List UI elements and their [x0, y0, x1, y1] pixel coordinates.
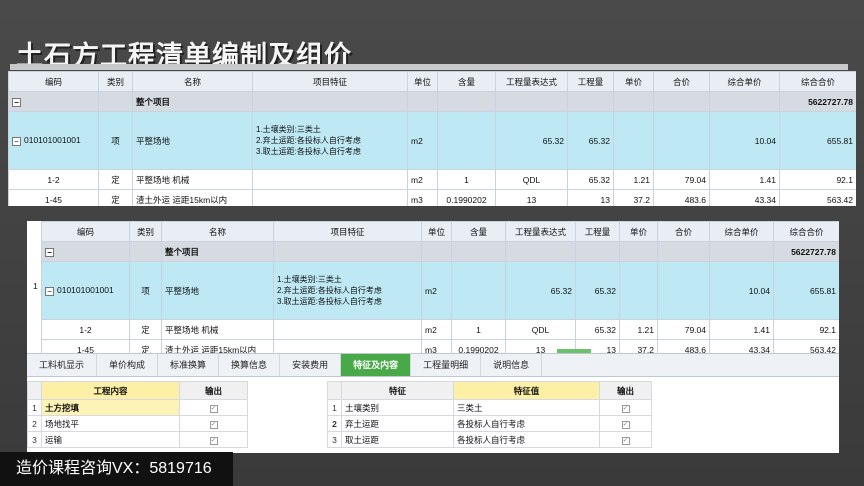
header-features[interactable]: 项目特征 [273, 221, 422, 242]
checkbox-icon[interactable]: ✓ [209, 437, 218, 445]
checkbox-icon[interactable]: ✓ [621, 405, 630, 413]
header-expr[interactable]: 工程量表达式 [495, 71, 568, 92]
list-item[interactable]: 1 土方挖填 ✓ [27, 399, 248, 416]
header-output[interactable]: 输出 [179, 381, 248, 400]
feature-table: 特征 特征值 输出 1 土壤类别 三类土 ✓ 2 弃土运距 各投标人自行考虑 ✓… [327, 381, 652, 448]
title-underline [10, 64, 848, 70]
header-total[interactable]: 综合合价 [773, 221, 839, 242]
header-name[interactable]: 名称 [161, 221, 274, 242]
item-name: 平整场地 [132, 111, 253, 170]
bill-table-bottom: 编码 类别 名称 项目特征 单位 含量 工程量表达式 工程量 单价 合价 综合单… [41, 221, 839, 360]
header-code[interactable]: 编码 [41, 221, 130, 242]
item-features: 1.土壤类别:三类土 2.弃土运距:各投标人自行考虑 3.取土运距:各投标人自行… [273, 261, 422, 320]
header-sum[interactable]: 合价 [657, 221, 710, 242]
header-work-content[interactable]: 工程内容 [41, 381, 180, 400]
header-name[interactable]: 名称 [132, 71, 253, 92]
bill-table-top: 编码 类别 名称 项目特征 单位 含量 工程量表达式 工程量 单价 合价 综合单… [8, 71, 856, 206]
checkbox-icon[interactable]: ✓ [621, 421, 630, 429]
header-unit-total[interactable]: 综合单价 [709, 221, 774, 242]
item-unit: m2 [407, 111, 438, 170]
bottom-grid-panel: 编码 类别 名称 项目特征 单位 含量 工程量表达式 工程量 单价 合价 综合单… [27, 221, 839, 453]
header-feature-value[interactable]: 特征值 [453, 381, 600, 400]
list-item[interactable]: 3 取土运距 各投标人自行考虑 ✓ [327, 431, 652, 448]
header-price[interactable]: 单价 [613, 71, 654, 92]
tab-install-fee[interactable]: 安装费用 [280, 354, 342, 376]
group-row[interactable]: − 整个项目 5622727.78 [41, 241, 839, 262]
header-feature[interactable]: 特征 [341, 381, 454, 400]
row-number: 1 [33, 281, 38, 291]
top-grid-panel: 编码 类别 名称 项目特征 单位 含量 工程量表达式 工程量 单价 合价 综合单… [8, 71, 856, 206]
group-total: 5622727.78 [779, 91, 856, 112]
header-total[interactable]: 综合合价 [779, 71, 856, 92]
list-item[interactable]: 3 运输 ✓ [27, 431, 248, 448]
checkbox-icon[interactable]: ✓ [621, 437, 630, 445]
header-type[interactable]: 类别 [129, 221, 162, 242]
checkbox-icon[interactable]: ✓ [209, 421, 218, 429]
tab-qty-detail[interactable]: 工程量明细 [411, 354, 482, 376]
list-item[interactable]: 2 弃土运距 各投标人自行考虑 ✓ [327, 415, 652, 432]
table-row[interactable]: −010101001001 项 平整场地 1.土壤类别:三类土 2.弃土运距:各… [8, 111, 856, 170]
header-content[interactable]: 含量 [451, 221, 506, 242]
detail-tabs: 工料机显示 单价构成 标准换算 换算信息 安装费用 特征及内容 工程量明细 说明… [27, 353, 839, 377]
item-code: 010101001001 [24, 135, 81, 146]
header-unit[interactable]: 单位 [421, 221, 452, 242]
footer-banner: 造价课程咨询VX：5819716 [0, 452, 233, 486]
collapse-icon[interactable]: − [12, 97, 21, 107]
header-content[interactable]: 含量 [437, 71, 496, 92]
checkbox-icon[interactable]: ✓ [209, 405, 218, 413]
collapse-icon[interactable]: − [45, 286, 54, 296]
header-unit-total[interactable]: 综合单价 [709, 71, 780, 92]
table-row[interactable]: 1-45 定 渣土外运 运距15km以内 m3 0.1990202 13 13 … [8, 189, 856, 206]
item-expr: 65.32 [495, 111, 568, 170]
header-sum[interactable]: 合价 [653, 71, 710, 92]
tab-material[interactable]: 工料机显示 [27, 354, 98, 376]
tab-convert-info[interactable]: 换算信息 [219, 354, 281, 376]
item-type: 项 [98, 111, 133, 170]
header-type[interactable]: 类别 [98, 71, 133, 92]
list-item[interactable]: 1 土壤类别 三类土 ✓ [327, 399, 652, 416]
header-qty[interactable]: 工程量 [567, 71, 614, 92]
tab-features[interactable]: 特征及内容 [341, 354, 412, 376]
group-name: 整个项目 [132, 91, 253, 112]
list-item[interactable]: 2 场地找平 ✓ [27, 415, 248, 432]
tab-unit-price[interactable]: 单价构成 [97, 354, 159, 376]
header-unit[interactable]: 单位 [407, 71, 438, 92]
item-features: 1.土壤类别:三类土 2.弃土运距:各投标人自行考虑 3.取土运距:各投标人自行… [252, 111, 408, 170]
table-row[interactable]: 1-2 定 平整场地 机械 m2 1 QDL 65.32 1.21 79.04 … [41, 319, 839, 340]
tab-standard-convert[interactable]: 标准换算 [158, 354, 220, 376]
header-expr[interactable]: 工程量表达式 [505, 221, 576, 242]
header-code[interactable]: 编码 [8, 71, 99, 92]
table-row[interactable]: 1-2 定 平整场地 机械 m2 1 QDL 65.32 1.21 79.04 … [8, 169, 856, 190]
collapse-icon[interactable]: − [12, 136, 21, 146]
tab-description[interactable]: 说明信息 [481, 354, 543, 376]
header-output[interactable]: 输出 [599, 381, 652, 400]
header-price[interactable]: 单价 [619, 221, 658, 242]
work-content-table: 工程内容 输出 1 土方挖填 ✓ 2 场地找平 ✓ 3 运输 ✓ [27, 381, 248, 448]
header-features[interactable]: 项目特征 [252, 71, 408, 92]
group-row[interactable]: − 整个项目 5622727.78 [8, 91, 856, 112]
table-row[interactable]: −010101001001 项 平整场地 1.土壤类别:三类土 2.弃土运距:各… [41, 261, 839, 320]
item-qty: 65.32 [567, 111, 614, 170]
item-total: 655.81 [779, 111, 856, 170]
header-qty[interactable]: 工程量 [575, 221, 620, 242]
collapse-icon[interactable]: − [45, 247, 54, 257]
item-unit-total: 10.04 [709, 111, 780, 170]
